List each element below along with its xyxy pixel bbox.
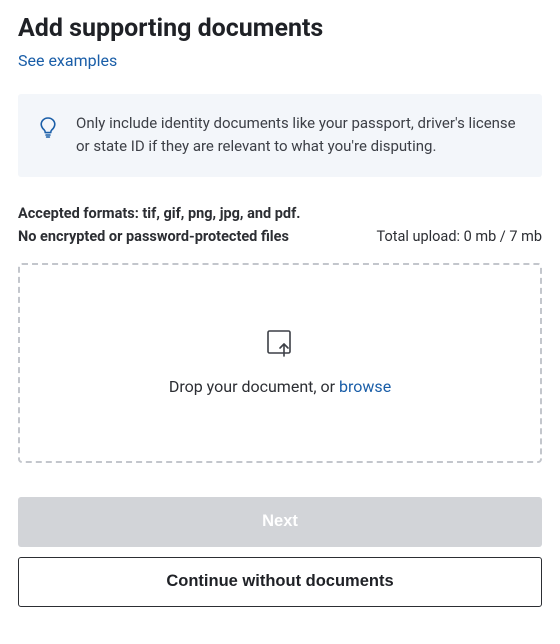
- drop-text-prefix: Drop your document, or: [169, 377, 339, 396]
- lightbulb-icon: [38, 116, 58, 142]
- continue-without-button[interactable]: Continue without documents: [18, 557, 542, 607]
- page-title: Add supporting documents: [18, 14, 542, 43]
- no-encrypted-label: No encrypted or password-protected files: [18, 228, 289, 245]
- accepted-formats-label: Accepted formats: tif, gif, png, jpg, an…: [18, 205, 542, 222]
- info-text: Only include identity documents like you…: [76, 112, 522, 159]
- info-callout: Only include identity documents like you…: [18, 94, 542, 177]
- total-upload-label: Total upload: 0 mb / 7 mb: [377, 228, 542, 245]
- see-examples-link[interactable]: See examples: [18, 51, 117, 70]
- drop-text: Drop your document, or browse: [169, 377, 391, 396]
- browse-link[interactable]: browse: [339, 377, 391, 396]
- upload-icon: [264, 329, 296, 361]
- file-restrictions-row: No encrypted or password-protected files…: [18, 228, 542, 245]
- next-button[interactable]: Next: [18, 497, 542, 547]
- file-drop-zone[interactable]: Drop your document, or browse: [18, 263, 542, 463]
